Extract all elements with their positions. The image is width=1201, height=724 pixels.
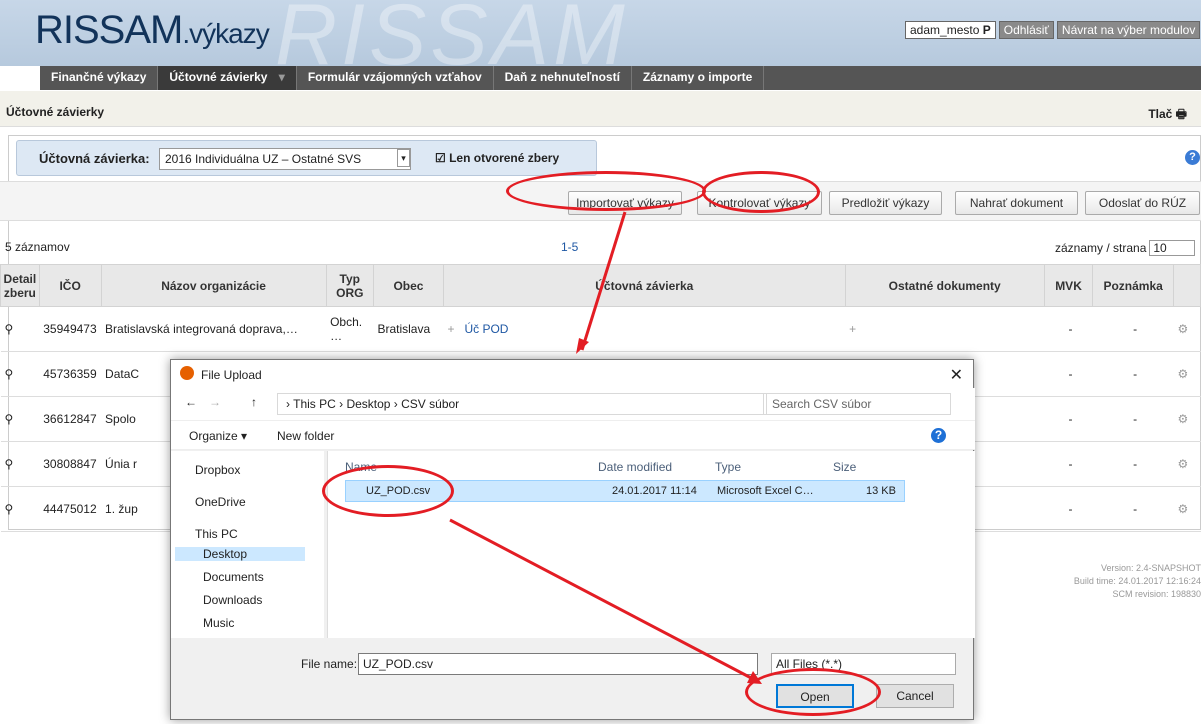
breadcrumb: Účtovné závierky [6, 105, 105, 119]
highlight-check [702, 171, 820, 213]
dialog-toolbar: Organize ▾ New folder ? [171, 420, 975, 450]
col-note: Poznámka [1092, 264, 1174, 307]
upload-doc-button[interactable]: Nahrať dokument [955, 191, 1078, 215]
username-field: adam_mesto P [905, 21, 996, 39]
submit-button[interactable]: Predložiť výkazy [829, 191, 942, 215]
dialog-titlebar: File Upload ✕ [171, 360, 973, 388]
col-obec[interactable]: Obec [372, 264, 444, 307]
per-page-select[interactable]: 10 [1149, 240, 1196, 256]
up-icon[interactable]: ↑ [251, 395, 257, 409]
search-icon[interactable]: ⚲ [0, 306, 40, 352]
uz-cell: + Úč POD [443, 306, 846, 352]
file-name-input[interactable]: UZ_POD.csv [358, 653, 758, 675]
navigation-pane: Dropbox OneDrive This PC Desktop Documen… [171, 451, 324, 638]
user-bar: adam_mesto P Odhlásiť Návrat na výber mo… [905, 21, 1201, 39]
printer-icon: 🖶 [1175, 107, 1187, 121]
search-input[interactable]: Search CSV súbor [763, 393, 951, 415]
back-icon[interactable]: ← [185, 395, 197, 409]
organize-button[interactable]: Organize ▾ [189, 429, 247, 443]
col-type[interactable]: Type [715, 460, 741, 474]
nav-uctovne-zavierky[interactable]: Účtovné závierky ▾ [158, 66, 297, 90]
filter-label: Účtovná závierka: [39, 151, 150, 166]
nav-onedrive[interactable]: OneDrive [195, 495, 246, 509]
col-name[interactable]: Názov organizácie [100, 264, 327, 307]
filter-bar: Účtovná závierka: 2016 Individuálna UZ –… [16, 140, 597, 176]
chevron-down-icon: ▾ [278, 70, 285, 84]
build-time: Build time: 24.01.2017 12:16:24 [1073, 576, 1201, 586]
help-icon[interactable]: ? [931, 428, 946, 443]
search-icon[interactable]: ⚲ [0, 486, 40, 532]
nav-dan[interactable]: Daň z nehnuteľností [494, 66, 632, 90]
version-info: Version: 2.4-SNAPSHOT [1100, 563, 1201, 573]
gear-icon[interactable]: ⚙ [1173, 486, 1201, 532]
firefox-icon [180, 366, 194, 380]
highlight-file [322, 465, 454, 517]
table-row: ⚲ 35949473 Bratislavská integrovaná dopr… [0, 306, 1201, 352]
search-icon[interactable]: ⚲ [0, 396, 40, 442]
logout-button[interactable]: Odhlásiť [998, 21, 1054, 39]
send-ruz-button[interactable]: Odoslať do RÚZ [1085, 191, 1200, 215]
nav-zaznamy[interactable]: Záznamy o importe [632, 66, 765, 90]
file-name-label: File name: [301, 657, 358, 671]
search-icon[interactable]: ⚲ [0, 441, 40, 487]
gear-icon[interactable]: ⚙ [1173, 396, 1201, 442]
nav-financne-vykazy[interactable]: Finančné výkazy [40, 66, 159, 90]
nav-music[interactable]: Music [203, 616, 234, 630]
pagination[interactable]: 1-5 [561, 240, 578, 254]
dialog-title: File Upload [201, 368, 262, 382]
per-page: záznamy / strana 10 [1055, 240, 1196, 256]
print-button[interactable]: Tlač 🖶 [1148, 105, 1187, 126]
scm-revision: SCM revision: 198830 [1112, 589, 1201, 599]
zavierka-select[interactable]: 2016 Individuálna UZ – Ostatné SVS [159, 148, 411, 170]
col-mvk: MVK [1043, 264, 1094, 307]
main-nav: Finančné výkazy Účtovné závierky ▾ Formu… [40, 66, 1201, 90]
col-ico[interactable]: IČO [38, 264, 102, 307]
plus-icon[interactable]: + [845, 306, 1045, 352]
plus-icon[interactable]: + [447, 322, 454, 336]
back-to-modules-button[interactable]: Návrat na výber modulov [1056, 21, 1201, 39]
col-uz: Účtovná závierka [442, 264, 846, 307]
col-other-docs: Ostatné dokumenty [844, 264, 1045, 307]
nav-dropbox[interactable]: Dropbox [195, 463, 240, 477]
file-upload-dialog: File Upload ✕ ← → ↑ › This PC › Desktop … [170, 359, 975, 720]
help-icon[interactable]: ? [1185, 150, 1200, 165]
gear-icon[interactable]: ⚙ [1173, 351, 1201, 397]
col-date[interactable]: Date modified [598, 460, 672, 474]
path-bar[interactable]: › This PC › Desktop › CSV súbor [277, 393, 767, 415]
col-type[interactable]: Typ ORG [325, 264, 374, 307]
app-logo: RISSAM.výkazy [35, 8, 270, 52]
chevron-down-icon[interactable]: ▾ [397, 149, 410, 167]
gear-icon[interactable]: ⚙ [1173, 441, 1201, 487]
nav-documents[interactable]: Documents [203, 570, 264, 584]
col-size[interactable]: Size [833, 460, 856, 474]
record-count: 5 záznamov [5, 240, 70, 254]
close-icon[interactable]: ✕ [950, 365, 963, 385]
nav-desktop[interactable]: Desktop [175, 547, 305, 561]
nav-downloads[interactable]: Downloads [203, 593, 262, 607]
cancel-button[interactable]: Cancel [876, 684, 954, 708]
col-detail[interactable]: Detail zberu [0, 264, 40, 307]
forward-icon[interactable]: → [209, 395, 221, 409]
app-header: RISSAM RISSAM.výkazy adam_mesto P Odhlás… [0, 0, 1201, 83]
new-folder-button[interactable]: New folder [277, 429, 334, 443]
nav-this-pc[interactable]: This PC [195, 527, 238, 541]
search-icon[interactable]: ⚲ [0, 351, 40, 397]
address-bar: ← → ↑ › This PC › Desktop › CSV súbor Se… [171, 388, 975, 420]
gear-icon[interactable]: ⚙ [1173, 306, 1201, 352]
highlight-open [745, 668, 881, 716]
highlight-import [506, 171, 706, 211]
breadcrumb-bar: Účtovné závierky Tlač 🖶 [0, 91, 1201, 127]
nav-formular[interactable]: Formulár vzájomných vzťahov [297, 66, 494, 90]
open-only-checkbox[interactable]: ☑ Len otvorené zbery [435, 151, 559, 165]
